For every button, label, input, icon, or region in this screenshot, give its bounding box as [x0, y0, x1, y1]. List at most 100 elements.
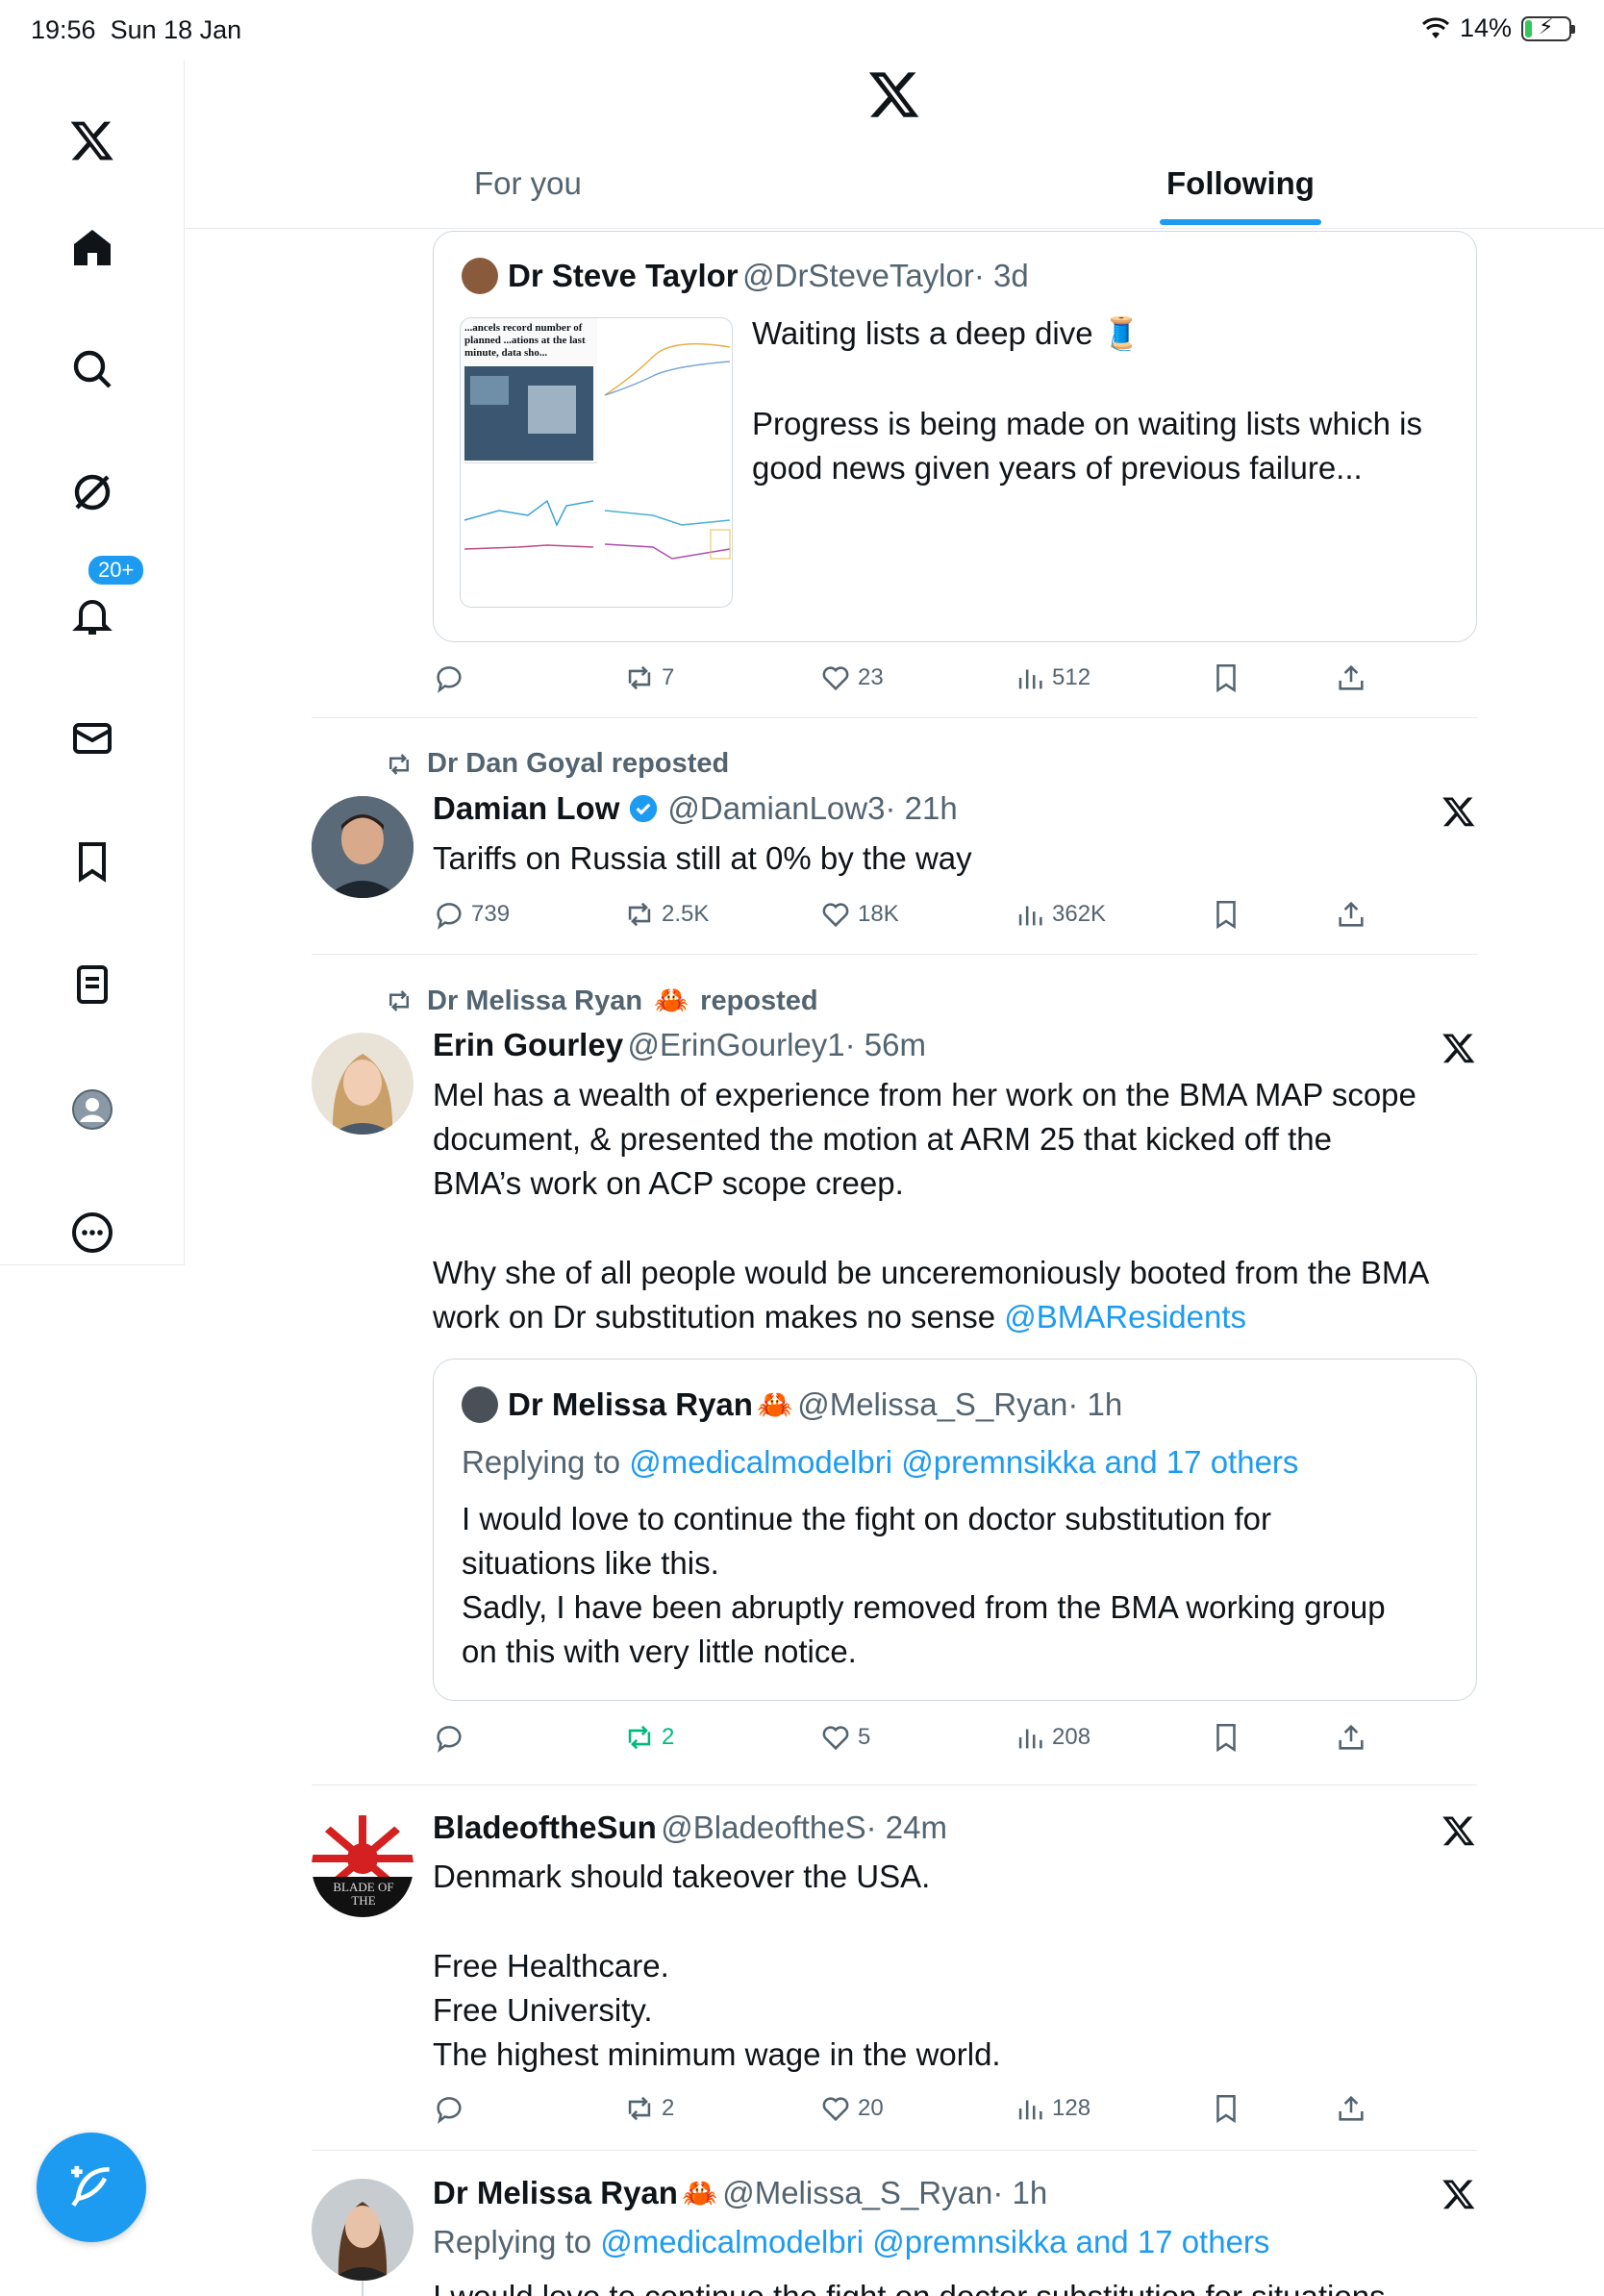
- like-button[interactable]: 5: [819, 1721, 870, 1754]
- bookmark-button[interactable]: [1210, 898, 1242, 931]
- quoted-post-text: Progress is being made on waiting lists …: [752, 406, 1422, 441]
- quoted-post-text: good news given years of previous failur…: [752, 450, 1363, 486]
- tab-for-you[interactable]: For you: [474, 165, 582, 202]
- post-actions: 2 20 128: [433, 2092, 1394, 2131]
- share-button[interactable]: [1335, 1721, 1367, 1754]
- repost-attribution: Dr Melissa Ryan 🦀 reposted: [383, 985, 818, 1017]
- reply-button[interactable]: [433, 2092, 471, 2125]
- repost-icon: [628, 2096, 651, 2121]
- avatar[interactable]: BLADE OF THE: [312, 1815, 414, 1917]
- author-name[interactable]: Dr Melissa Ryan: [433, 2175, 678, 2211]
- battery-icon: ⚡: [1521, 14, 1575, 41]
- bookmark-icon: [1216, 663, 1236, 693]
- post-text: The highest minimum wage in the world.: [433, 2036, 1001, 2072]
- header-x-logo-icon[interactable]: [865, 67, 923, 121]
- repost-by: Dr Melissa Ryan: [427, 985, 643, 1016]
- views-button[interactable]: 512: [1014, 661, 1090, 694]
- more-options-icon[interactable]: [63, 1204, 121, 1261]
- thread-line: [362, 2281, 363, 2296]
- quoted-post-text: situations like this.: [462, 1545, 719, 1581]
- post-time: · 3d: [973, 258, 1029, 293]
- mention-link[interactable]: @BMAResidents: [1004, 1299, 1246, 1335]
- author-name[interactable]: BladeoftheSun: [433, 1809, 657, 1846]
- status-bar: 19:56 Sun 18 Jan 14% ⚡: [0, 0, 1604, 60]
- bookmark-button[interactable]: [1210, 2092, 1242, 2125]
- grok-icon[interactable]: [63, 463, 121, 521]
- post-header: Dr Melissa Ryan 🦀 @Melissa_S_Ryan · 1h: [433, 2175, 1047, 2211]
- share-button[interactable]: [1335, 898, 1367, 931]
- author-name: Dr Steve Taylor: [508, 258, 739, 293]
- post-header: Damian Low @DamianLow3 · 21h: [433, 790, 958, 827]
- author-handle: @DamianLow3: [667, 790, 886, 826]
- share-icon: [1339, 1724, 1364, 1750]
- quoted-post-text: Waiting lists a deep dive 🧵: [752, 315, 1141, 351]
- views-chart-icon: [1018, 2100, 1042, 2120]
- reply-icon: [437, 1726, 462, 1753]
- views-button[interactable]: 208: [1014, 1721, 1090, 1754]
- reply-button[interactable]: [433, 1721, 471, 1754]
- post-divider: [312, 2150, 1477, 2151]
- post-text: I would love to continue the fight on do…: [433, 2275, 1386, 2296]
- verified-badge-icon: [630, 794, 658, 823]
- share-button[interactable]: [1335, 661, 1367, 694]
- replying-to-link[interactable]: @medicalmodelbri @premnsikka and 17 othe…: [600, 2224, 1269, 2259]
- tab-following[interactable]: Following: [1166, 165, 1315, 202]
- bookmark-button[interactable]: [1210, 1721, 1242, 1754]
- share-icon: [1339, 901, 1364, 927]
- repost-button[interactable]: 2: [623, 1721, 674, 1754]
- author-name[interactable]: Damian Low: [433, 790, 619, 827]
- image-caption: ...ancels record number of planned ...at…: [464, 322, 586, 359]
- battery-percent: 14%: [1459, 13, 1512, 42]
- views-button[interactable]: 128: [1014, 2092, 1090, 2125]
- like-button[interactable]: 23: [819, 661, 884, 694]
- repost-suffix: reposted: [700, 985, 818, 1016]
- post-divider: [312, 1784, 1477, 1785]
- active-tab-indicator: [1160, 219, 1321, 225]
- home-icon[interactable]: [63, 219, 121, 277]
- replying-to-link[interactable]: @medicalmodelbri @premnsikka and 17 othe…: [629, 1444, 1298, 1480]
- author-name[interactable]: Erin Gourley: [433, 1027, 623, 1063]
- repost-button[interactable]: 7: [623, 661, 674, 694]
- sidebar: 20+: [0, 60, 185, 1265]
- bookmarks-icon[interactable]: [63, 833, 121, 890]
- lists-icon[interactable]: [63, 956, 121, 1013]
- x-logo-icon[interactable]: [63, 112, 121, 169]
- feed-tabs: For you Following: [186, 144, 1604, 229]
- repost-button[interactable]: 2: [623, 2092, 674, 2125]
- reply-button[interactable]: 739: [433, 898, 510, 931]
- views-button[interactable]: 362K: [1014, 898, 1106, 931]
- messages-icon[interactable]: [63, 710, 121, 767]
- avatar[interactable]: [312, 796, 414, 898]
- status-right: 14% ⚡: [1421, 13, 1575, 43]
- notifications-bell-icon[interactable]: [63, 586, 121, 644]
- share-icon: [1339, 664, 1364, 690]
- post-text: Free Healthcare.: [433, 1948, 669, 1984]
- bookmark-button[interactable]: [1210, 661, 1242, 694]
- reply-button[interactable]: [433, 661, 471, 694]
- post-text: Mel has a wealth of experience from her …: [433, 1077, 1416, 1112]
- repost-icon: [628, 1725, 651, 1750]
- repost-icon: [628, 902, 651, 927]
- like-button[interactable]: 18K: [819, 898, 899, 931]
- share-icon: [1339, 2095, 1364, 2121]
- repost-button[interactable]: 2.5K: [623, 898, 709, 931]
- like-button[interactable]: 20: [819, 2092, 884, 2125]
- profile-avatar-icon[interactable]: [63, 1081, 121, 1138]
- post-time: · 1h: [1067, 1386, 1123, 1422]
- share-button[interactable]: [1335, 2092, 1367, 2125]
- post-text: BMA’s work on ACP scope creep.: [433, 1165, 904, 1201]
- views-chart-icon: [1018, 906, 1042, 926]
- views-chart-icon: [1018, 669, 1042, 689]
- post-time: · 56m: [844, 1027, 926, 1062]
- avatar[interactable]: [312, 2179, 414, 2281]
- search-icon[interactable]: [63, 340, 121, 398]
- bookmark-icon: [1216, 900, 1236, 930]
- compose-post-button[interactable]: [37, 2133, 146, 2242]
- quoted-post-text: on this with very little notice.: [462, 1634, 857, 1669]
- quoted-post-text: Sadly, I have been abruptly removed from…: [462, 1589, 1386, 1625]
- post-text: Why she of all people would be unceremon…: [433, 1255, 1430, 1290]
- author-name: Dr Melissa Ryan: [508, 1386, 753, 1422]
- author-handle: @Melissa_S_Ryan: [797, 1386, 1068, 1422]
- repost-attribution: Dr Dan Goyal reposted: [383, 748, 729, 780]
- avatar[interactable]: [312, 1033, 414, 1135]
